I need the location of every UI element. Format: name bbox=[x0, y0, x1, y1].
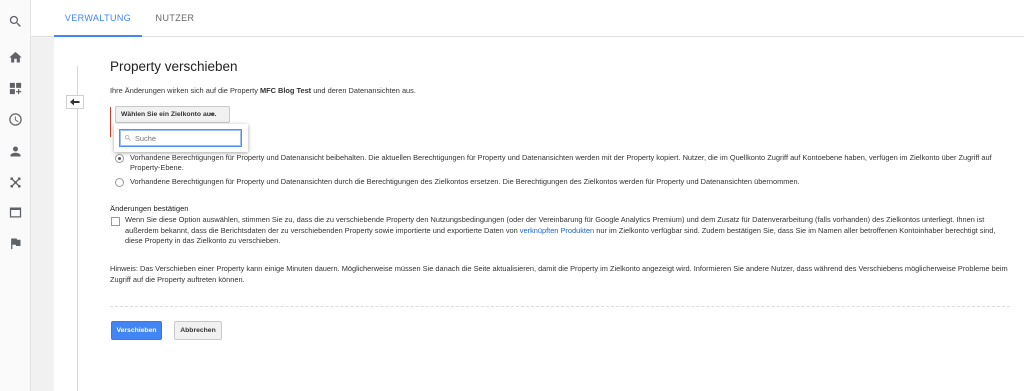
admin-tabbar: VERWALTUNG NUTZER bbox=[31, 0, 1024, 37]
move-hint: Hinweis: Das Verschieben einer Property … bbox=[110, 264, 1008, 284]
acquisition-icon[interactable] bbox=[6, 173, 24, 191]
arrow-left-icon bbox=[70, 98, 80, 106]
search-icon bbox=[124, 135, 131, 141]
chevron-down-icon bbox=[209, 113, 215, 116]
page-title: Property verschieben bbox=[110, 59, 238, 74]
left-nav-rail bbox=[0, 0, 31, 391]
behavior-icon[interactable] bbox=[6, 203, 24, 221]
customization-icon[interactable] bbox=[6, 79, 24, 97]
tab-verwaltung[interactable]: VERWALTUNG bbox=[54, 0, 142, 37]
intro-suffix: und deren Datenansichten aus. bbox=[311, 86, 416, 95]
linked-products-link[interactable]: verknüpften Produkten bbox=[520, 226, 594, 235]
replace-permissions-radio[interactable] bbox=[115, 178, 124, 187]
account-search-input[interactable] bbox=[135, 133, 235, 143]
column-divider bbox=[77, 66, 78, 391]
clock-icon[interactable] bbox=[6, 110, 24, 128]
keep-permissions-label: Vorhandene Berechtigungen für Property u… bbox=[130, 153, 992, 172]
cancel-button[interactable]: Abbrechen bbox=[174, 321, 222, 340]
account-search-box bbox=[119, 129, 242, 147]
keep-permissions-radio[interactable] bbox=[115, 154, 124, 163]
validation-error-bar bbox=[110, 107, 111, 137]
confirm-changes-text: Wenn Sie diese Option auswählen, stimmen… bbox=[125, 215, 1005, 247]
target-account-dropdown[interactable]: Wählen Sie ein Zielkonto aus. bbox=[115, 106, 230, 123]
move-button[interactable]: Verschieben bbox=[111, 321, 162, 340]
target-account-dropdown-label: Wählen Sie ein Zielkonto aus. bbox=[121, 111, 217, 118]
property-name: MFC Blog Test bbox=[259, 86, 312, 95]
page-intro: Ihre Änderungen wirken sich auf die Prop… bbox=[110, 86, 416, 95]
divider bbox=[110, 306, 1010, 307]
confirm-changes-title: Änderungen bestätigen bbox=[110, 204, 189, 213]
person-icon[interactable] bbox=[6, 142, 24, 160]
confirm-changes-checkbox[interactable] bbox=[111, 217, 120, 226]
target-account-popup bbox=[114, 124, 248, 152]
replace-permissions-label: Vorhandene Berechtigungen für Property u… bbox=[130, 177, 800, 186]
back-button[interactable] bbox=[66, 95, 84, 109]
flag-icon[interactable] bbox=[6, 234, 24, 252]
permission-option-keep: Vorhandene Berechtigungen für Property u… bbox=[115, 153, 1010, 174]
intro-prefix: Ihre Änderungen wirken sich auf die Prop… bbox=[110, 86, 260, 95]
home-icon[interactable] bbox=[6, 48, 24, 66]
search-icon[interactable] bbox=[6, 12, 24, 30]
permission-option-replace: Vorhandene Berechtigungen für Property u… bbox=[115, 177, 1010, 188]
tab-nutzer[interactable]: NUTZER bbox=[144, 0, 206, 37]
